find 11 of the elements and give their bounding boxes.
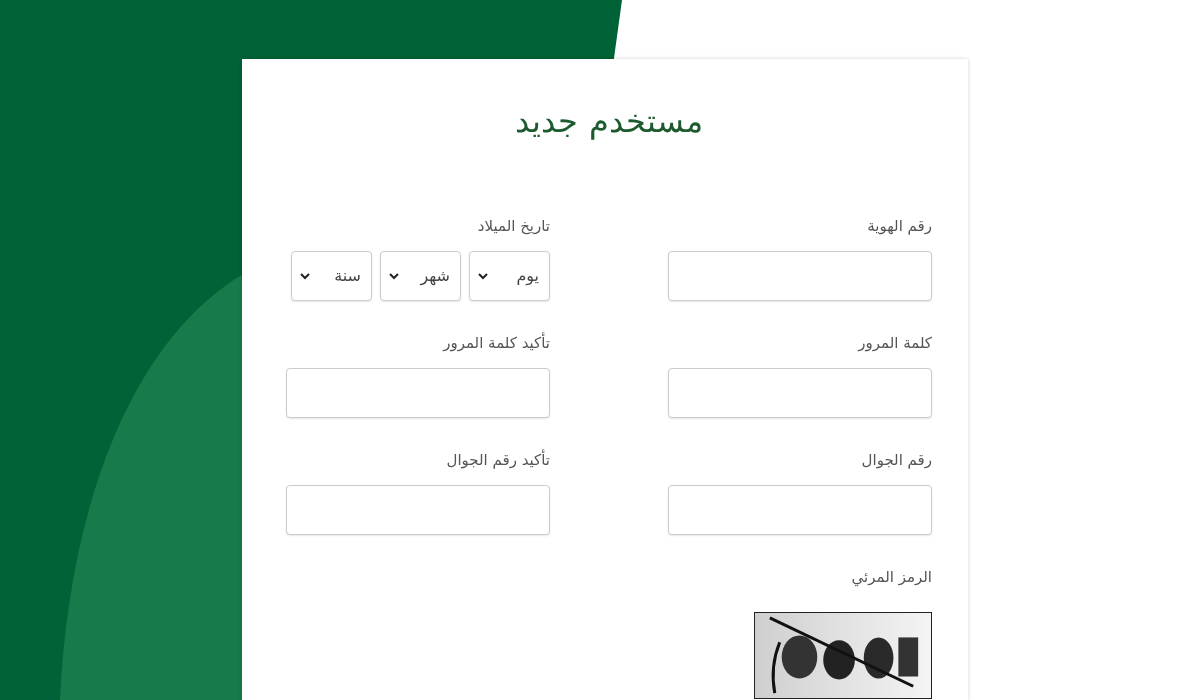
dropdown[interactable]: شهر bbox=[380, 251, 461, 301]
dropdown[interactable]: سنة bbox=[291, 251, 372, 301]
form-title: مستخدم جديد bbox=[514, 101, 704, 142]
field-label: تأكيد كلمة المرور bbox=[443, 332, 550, 354]
field-label: تأكيد رقم الجوال bbox=[446, 449, 550, 471]
field-label: الرمز المرئي bbox=[851, 567, 932, 588]
field-label: تاريخ الميلاد bbox=[477, 216, 550, 237]
field-label: رقم الهوية bbox=[867, 216, 932, 237]
field-label: كلمة المرور bbox=[858, 333, 932, 354]
field-label: رقم الجوال bbox=[861, 450, 932, 471]
dropdown[interactable]: يوم bbox=[469, 251, 550, 301]
